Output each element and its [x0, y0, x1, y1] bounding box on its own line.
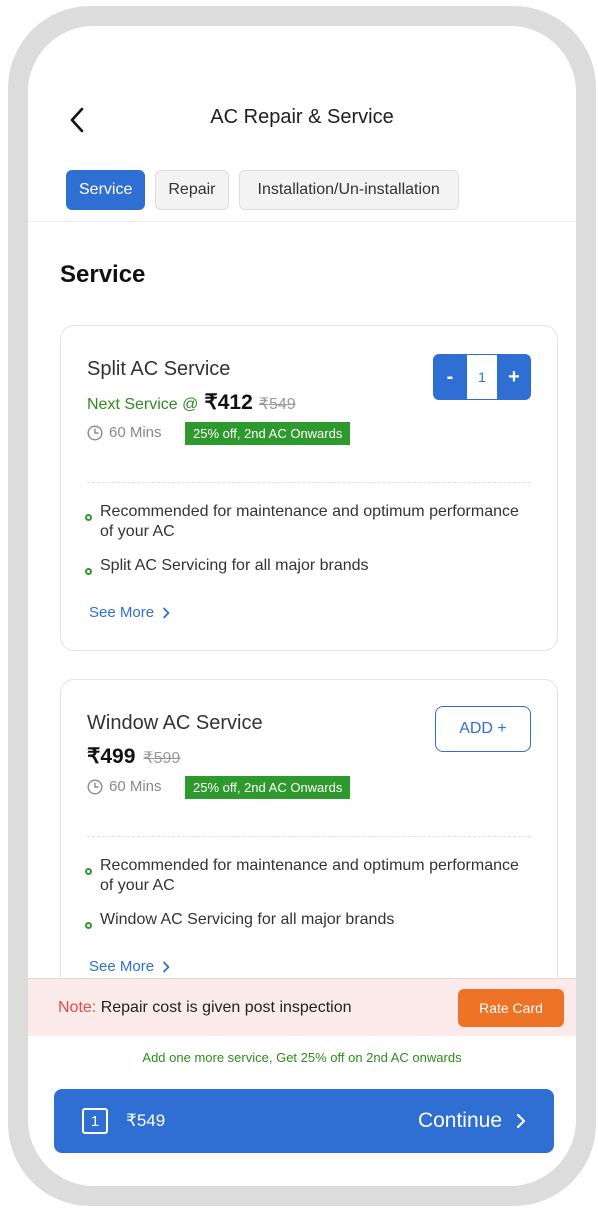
bullet-dot-icon — [85, 922, 92, 929]
feature-item: Recommended for maintenance and optimum … — [85, 856, 527, 896]
duration-text: 60 Mins — [109, 778, 162, 795]
feature-list: Recommended for maintenance and optimum … — [85, 856, 527, 944]
feature-text: Recommended for maintenance and optimum … — [100, 857, 519, 894]
see-more-link[interactable]: See More — [89, 958, 170, 975]
continue-button[interactable]: Continue — [418, 1109, 526, 1133]
decrement-button[interactable]: - — [433, 354, 467, 400]
clock-icon — [87, 424, 103, 441]
offer-text: Add one more service, Get 25% off on 2nd… — [142, 1050, 462, 1065]
feature-item: Split AC Servicing for all major brands — [85, 556, 527, 576]
discount-badge: 25% off, 2nd AC Onwards — [185, 776, 351, 799]
feature-list: Recommended for maintenance and optimum … — [85, 502, 527, 590]
next-service-price: Next Service @ ₹412 ₹549 — [87, 390, 296, 415]
duration: 60 Mins — [87, 424, 162, 441]
bullet-dot-icon — [85, 514, 92, 521]
clock-icon — [87, 778, 103, 795]
original-price: ₹599 — [143, 750, 181, 767]
see-more-label: See More — [89, 604, 155, 621]
chevron-right-icon — [516, 1113, 526, 1129]
service-card-split-ac: Split AC Service Next Service @ ₹412 ₹54… — [60, 325, 558, 651]
add-button[interactable]: ADD + — [435, 706, 531, 752]
see-more-label: See More — [89, 958, 155, 975]
feature-item: Recommended for maintenance and optimum … — [85, 502, 527, 542]
phone-frame: AC Repair & Service Service Repair Insta… — [8, 6, 596, 1206]
service-card-window-ac: Window AC Service ₹499 ₹599 60 Mins 25% … — [60, 679, 558, 998]
feature-text: Window AC Servicing for all major brands — [100, 911, 395, 928]
price-row: ₹499 ₹599 — [87, 744, 180, 769]
note-label: Note: — [58, 998, 97, 1016]
chevron-right-icon — [163, 607, 170, 618]
discounted-price: ₹412 — [204, 391, 253, 414]
duration-text: 60 Mins — [109, 424, 162, 441]
feature-text: Split AC Servicing for all major brands — [100, 557, 369, 574]
quantity-stepper: - 1 + — [433, 354, 531, 400]
divider — [87, 482, 531, 483]
cart-count: 1 — [82, 1108, 108, 1134]
service-name: Split AC Service — [87, 358, 231, 380]
duration: 60 Mins — [87, 778, 162, 795]
bullet-dot-icon — [85, 868, 92, 875]
service-list[interactable]: Service Split AC Service Next Service @ … — [28, 223, 576, 998]
service-name: Window AC Service — [87, 712, 263, 734]
original-price: ₹549 — [258, 396, 296, 413]
feature-text: Recommended for maintenance and optimum … — [100, 503, 519, 540]
increment-button[interactable]: + — [497, 354, 531, 400]
chevron-right-icon — [163, 961, 170, 972]
cart-total: ₹549 — [126, 1111, 166, 1130]
tab-repair[interactable]: Repair — [155, 170, 229, 210]
app-header: AC Repair & Service Service Repair Insta… — [28, 26, 576, 222]
price: ₹499 — [87, 745, 136, 768]
phone-screen: AC Repair & Service Service Repair Insta… — [28, 26, 576, 1186]
section-title: Service — [60, 261, 146, 288]
next-service-label: Next Service @ — [87, 396, 199, 413]
bullet-dot-icon — [85, 568, 92, 575]
tab-bar: Service Repair Installation/Un-installat… — [66, 170, 459, 210]
continue-bar[interactable]: 1 ₹549 Continue — [54, 1089, 554, 1153]
quantity-value: 1 — [467, 355, 497, 399]
see-more-link[interactable]: See More — [89, 604, 170, 621]
continue-label: Continue — [417, 1109, 502, 1132]
divider — [87, 836, 531, 837]
page-title: AC Repair & Service — [210, 106, 394, 128]
tab-service[interactable]: Service — [66, 170, 146, 210]
note-text: Repair cost is given post inspection — [96, 998, 352, 1016]
feature-item: Window AC Servicing for all major brands — [85, 910, 527, 930]
rate-card-button[interactable]: Rate Card — [458, 989, 564, 1027]
discount-badge: 25% off, 2nd AC Onwards — [185, 422, 351, 445]
repair-note-banner: Note: Repair cost is given post inspecti… — [28, 978, 576, 1036]
tab-installation[interactable]: Installation/Un-installation — [238, 170, 459, 210]
